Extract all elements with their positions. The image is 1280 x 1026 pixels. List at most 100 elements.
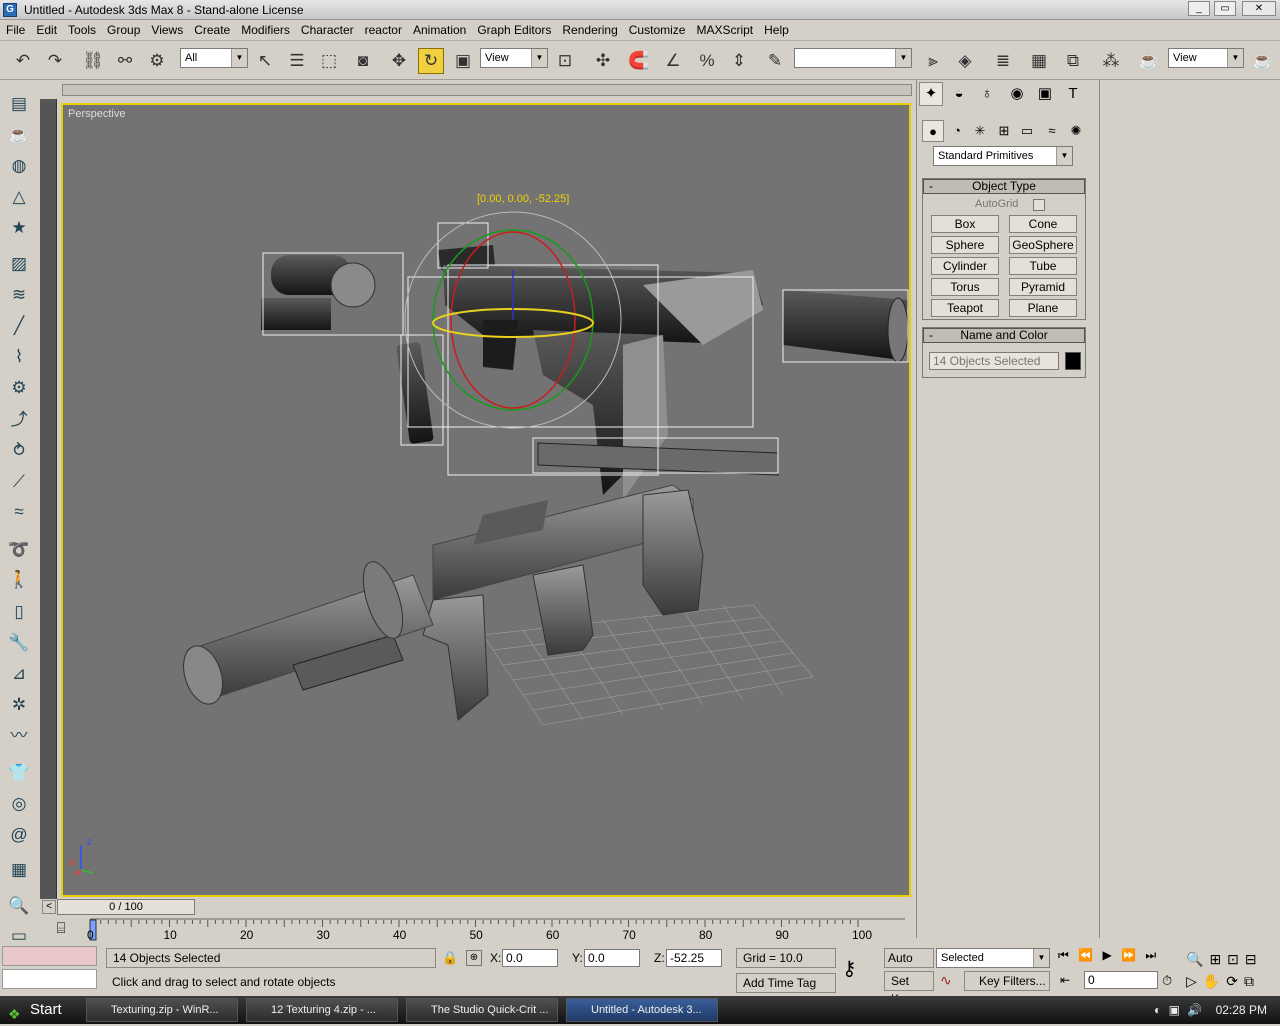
- zoom-extents-all-icon[interactable]: ⊟: [1245, 951, 1263, 967]
- wrench-icon[interactable]: 🔧: [6, 630, 32, 656]
- shapes-icon[interactable]: ◔: [946, 120, 968, 142]
- autogrid-checkbox[interactable]: [1033, 199, 1045, 211]
- play-icon[interactable]: ▶: [1102, 948, 1111, 962]
- network-icon[interactable]: ◐: [1154, 1003, 1161, 1017]
- tab-hierarchy[interactable]: ♁: [975, 82, 999, 106]
- reference-coordinate-dropdown[interactable]: View ▼: [480, 48, 548, 68]
- cameras-icon[interactable]: ⊞: [993, 120, 1015, 142]
- go-to-start-icon[interactable]: ⏮: [1058, 948, 1069, 962]
- taskbar-item-firefox[interactable]: The Studio Quick-Crit ...: [406, 998, 558, 1022]
- geometry-icon[interactable]: ●: [922, 120, 944, 142]
- menu-modifiers[interactable]: Modifiers: [235, 20, 295, 41]
- menu-animation[interactable]: Animation: [407, 20, 471, 41]
- time-slider[interactable]: 0 / 100: [57, 899, 195, 915]
- menu-create[interactable]: Create: [188, 20, 235, 41]
- zoom-extents-icon[interactable]: ⊡: [1227, 951, 1245, 967]
- teapot-tool-icon[interactable]: ☕: [6, 122, 32, 148]
- plane-button[interactable]: Plane: [1009, 299, 1077, 317]
- magnify-icon[interactable]: 🔍: [6, 893, 32, 919]
- y-field[interactable]: 0.0: [584, 949, 640, 967]
- biped-icon[interactable]: 🚶: [6, 567, 32, 593]
- pan-icon[interactable]: ✋: [1203, 973, 1226, 989]
- percent-snap-icon[interactable]: %: [694, 48, 720, 74]
- named-selection-dropdown[interactable]: ▼: [794, 48, 912, 68]
- space-warps-icon[interactable]: ≈: [1041, 120, 1063, 142]
- shirt-icon[interactable]: 👕: [6, 760, 32, 786]
- menu-customize[interactable]: Customize: [623, 20, 691, 41]
- spring-tool-icon[interactable]: ≋: [6, 282, 32, 308]
- pivot-center-icon[interactable]: ⊡: [552, 48, 578, 74]
- bind-to-space-warp-icon[interactable]: ⚙: [144, 48, 170, 74]
- tab-motion[interactable]: ◉: [1005, 82, 1029, 106]
- perspective-viewport[interactable]: Perspective [0.00, 0.00, -52.25] z x: [61, 103, 911, 897]
- cylinder-button[interactable]: Cylinder: [931, 257, 999, 275]
- select-and-scale-icon[interactable]: ▣: [450, 48, 476, 74]
- menu-character[interactable]: Character: [295, 20, 359, 41]
- absolute-mode-icon[interactable]: ⊕: [466, 950, 482, 966]
- curve-editor-icon[interactable]: ▦: [1026, 48, 1052, 74]
- go-to-end-icon[interactable]: ⏭: [1145, 948, 1156, 962]
- select-object-icon[interactable]: ↖: [252, 48, 278, 74]
- clock[interactable]: 02:28 PM: [1216, 1003, 1267, 1017]
- tab-utilities[interactable]: T: [1061, 82, 1085, 106]
- lock-icon[interactable]: 🔒: [442, 950, 458, 966]
- object-type-header[interactable]: - Object Type: [923, 179, 1085, 194]
- z-field[interactable]: -52.25: [666, 949, 722, 967]
- layer-manager-icon[interactable]: ≣: [990, 48, 1016, 74]
- sphere-tool-icon[interactable]: ◍: [6, 153, 32, 179]
- manipulate-icon[interactable]: ✣: [590, 48, 616, 74]
- sphere-button[interactable]: Sphere: [931, 236, 999, 254]
- maximize-button[interactable]: ▭: [1214, 1, 1236, 16]
- render-scene-icon[interactable]: ☕: [1136, 48, 1162, 74]
- menu-edit[interactable]: Edit: [30, 20, 62, 41]
- tube-button[interactable]: Tube: [1009, 257, 1077, 275]
- menu-file[interactable]: File: [0, 20, 30, 41]
- pyramid-button[interactable]: Pyramid: [1009, 278, 1077, 296]
- cone-tool-icon[interactable]: △: [6, 184, 32, 210]
- select-and-rotate-icon[interactable]: ↻: [418, 48, 444, 74]
- gear-icon[interactable]: ⚙: [6, 375, 32, 401]
- volume-icon[interactable]: 🔊: [1187, 1003, 1202, 1017]
- helpers-icon[interactable]: ▭: [1016, 120, 1038, 142]
- app-icon[interactable]: G: [3, 3, 17, 17]
- taskbar-item-winrar-1[interactable]: Texturing.zip - WinR...: [86, 998, 238, 1022]
- swirl-icon[interactable]: @: [6, 822, 32, 848]
- zoom-all-icon[interactable]: ⊞: [1209, 951, 1227, 967]
- object-color-swatch[interactable]: [1065, 352, 1081, 370]
- menu-tools[interactable]: Tools: [62, 20, 101, 41]
- mirror-icon[interactable]: ⫸: [920, 48, 946, 74]
- schematic-view-icon[interactable]: ⧉: [1060, 48, 1086, 74]
- rectangular-selection-icon[interactable]: ⬚: [316, 48, 342, 74]
- wave-modifier-icon[interactable]: ≈: [6, 499, 32, 525]
- tab-display[interactable]: ▣: [1033, 82, 1057, 106]
- material-editor-icon[interactable]: ⁂: [1098, 48, 1124, 74]
- x-field[interactable]: 0.0: [502, 949, 558, 967]
- field-of-view-icon[interactable]: ▷: [1186, 973, 1203, 989]
- arc-rotate-icon[interactable]: ⟳: [1226, 973, 1244, 989]
- start-button[interactable]: ❖ Start: [2, 998, 80, 1022]
- maxscript-listener-white[interactable]: [2, 969, 97, 989]
- sphere-wire-icon[interactable]: ◎: [6, 791, 32, 817]
- select-by-name-icon[interactable]: ☰: [284, 48, 310, 74]
- mini-curve-editor-icon[interactable]: ⌸: [50, 920, 72, 940]
- object-name-field[interactable]: 14 Objects Selected: [929, 352, 1059, 370]
- angle-snap-icon[interactable]: ∠: [660, 48, 686, 74]
- tab-modify[interactable]: ◒: [947, 82, 971, 106]
- systems-icon[interactable]: ✺: [1065, 120, 1087, 142]
- notepad-icon[interactable]: ▦: [6, 857, 32, 883]
- menu-graph-editors[interactable]: Graph Editors: [471, 20, 556, 41]
- lights-icon[interactable]: ✳: [969, 120, 991, 142]
- add-time-tag-button[interactable]: Add Time Tag: [736, 973, 836, 993]
- key-icon[interactable]: ⚷: [842, 956, 857, 981]
- key-mode-toggle-icon[interactable]: ⇤: [1060, 973, 1070, 987]
- torus-button[interactable]: Torus: [931, 278, 999, 296]
- monitor-icon[interactable]: ▣: [1169, 1003, 1180, 1017]
- key-filters-button[interactable]: Key Filters...: [964, 971, 1050, 991]
- snaps-toggle-icon[interactable]: 🧲: [626, 48, 652, 74]
- box-button[interactable]: Box: [931, 215, 999, 233]
- zoom-icon[interactable]: 🔍: [1186, 951, 1209, 967]
- align-icon[interactable]: ◈: [952, 48, 978, 74]
- plane-tool-icon[interactable]: ▨: [6, 251, 32, 277]
- menu-rendering[interactable]: Rendering: [556, 20, 622, 41]
- set-key-filter-icon[interactable]: ∿: [940, 972, 952, 989]
